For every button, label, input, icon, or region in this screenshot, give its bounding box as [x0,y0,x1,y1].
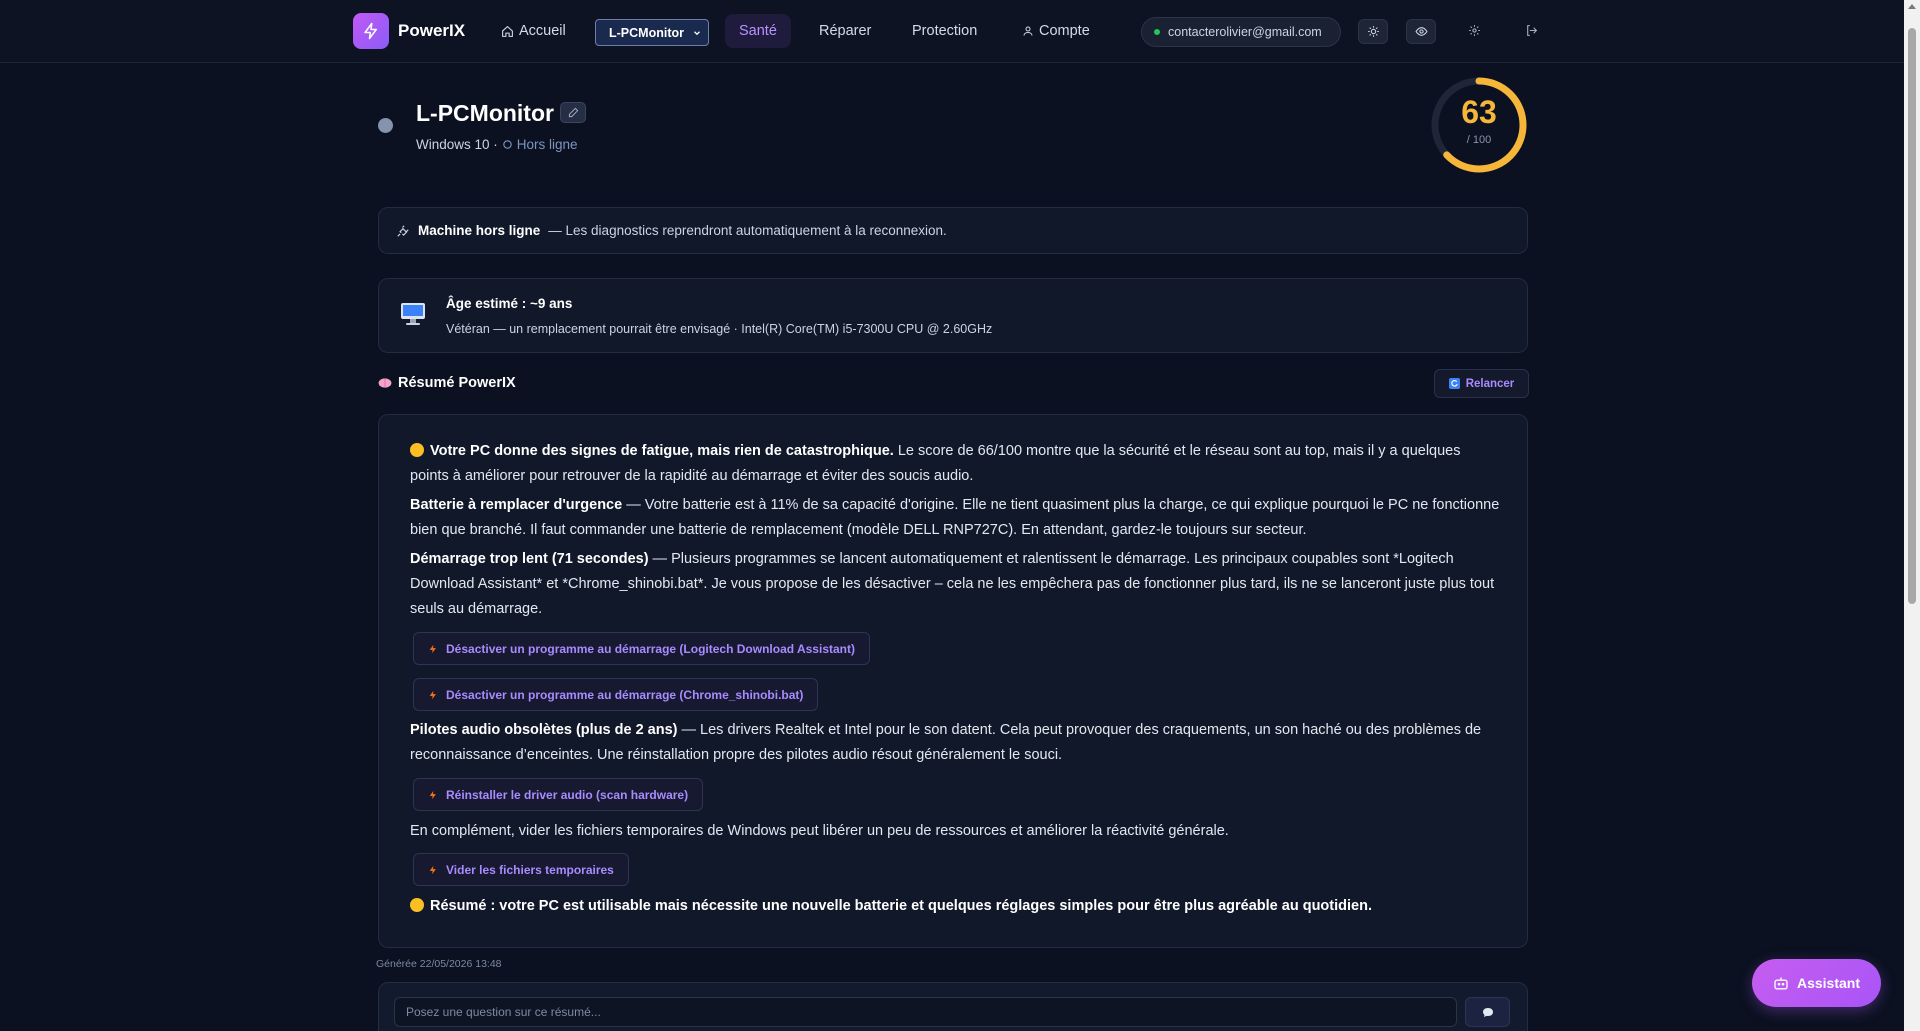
home-icon [502,25,513,37]
sun-icon [1367,26,1379,37]
summary-paragraph-startup: Démarrage trop lent (71 secondes) — Plus… [410,547,1500,622]
clear-temp-files-button[interactable]: Vider les fichiers temporaires [413,853,629,886]
brand-logo-icon[interactable] [353,13,389,49]
summary-paragraph-temp: En complément, vider les fichiers tempor… [410,819,1500,844]
offline-notice: Machine hors ligne — Les diagnostics rep… [378,207,1528,254]
lightning-icon [429,865,436,874]
send-question-button[interactable] [1465,997,1510,1027]
action-label: Réinstaller le driver audio (scan hardwa… [446,787,689,802]
summary-paragraph-conclusion: Résumé : votre PC est utilisable mais né… [410,894,1500,919]
top-navbar: PowerIX Accueil L-PCMonitor Santé Répare… [0,0,1904,63]
disable-startup-logitech-button[interactable]: Désactiver un programme au démarrage (Lo… [413,632,870,665]
device-select[interactable]: L-PCMonitor [595,19,709,46]
gear-icon [1468,24,1480,36]
online-status-dot [1154,29,1160,35]
device-status-text: Hors ligne [516,137,578,152]
eye-icon [1414,27,1428,36]
visibility-toggle-button[interactable] [1406,19,1436,44]
relaunch-button[interactable]: Relancer [1434,369,1529,398]
device-os: Windows 10 · [416,137,498,152]
summary-card: Votre PC donne des signes de fatigue, ma… [378,414,1528,948]
ask-question-card [378,982,1528,1031]
nav-health[interactable]: Santé [725,14,791,48]
reinstall-audio-driver-button[interactable]: Réinstaller le driver audio (scan hardwa… [413,778,704,811]
health-score-ring: 63 / 100 [1430,76,1528,174]
action-label: Désactiver un programme au démarrage (Ch… [446,687,804,702]
worried-face-icon [410,443,424,457]
edit-device-name-button[interactable] [560,102,586,123]
summary-paragraph-intro: Votre PC donne des signes de fatigue, ma… [410,439,1500,489]
summary-paragraph-audio: Pilotes audio obsolètes (plus de 2 ans) … [410,718,1500,768]
offline-notice-title: Machine hors ligne [418,223,541,238]
chat-bubble-icon [1482,1007,1493,1017]
action-label: Désactiver un programme au démarrage (Lo… [446,641,855,656]
nav-repair-label: Réparer [819,23,872,39]
scroll-up-arrow-icon[interactable] [1908,4,1916,9]
relaunch-label: Relancer [1465,377,1515,390]
nav-health-label: Santé [739,23,777,39]
summary-title-text: Résumé PowerIX [398,375,516,391]
offline-notice-text: — Les diagnostics reprendront automatiqu… [548,223,947,238]
device-select-value: L-PCMonitor [609,25,684,40]
worried-face-icon [410,898,424,912]
pencil-icon [568,107,578,118]
brain-icon [378,378,392,388]
lightning-icon [429,690,436,699]
startup-heading: Démarrage trop lent (71 secondes) [410,551,649,567]
user-icon [1023,26,1033,36]
battery-heading: Batterie à remplacer d'urgence [410,497,623,513]
offline-circle-icon [503,140,512,149]
nav-account[interactable]: Compte [1008,14,1104,48]
assistant-button[interactable]: Assistant [1752,959,1881,1007]
disable-startup-chrome-button[interactable]: Désactiver un programme au démarrage (Ch… [413,678,819,711]
nav-protection-label: Protection [912,23,978,39]
nav-home-label: Accueil [519,23,566,39]
logout-icon [1526,24,1537,36]
assistant-label: Assistant [1796,975,1861,991]
settings-button[interactable] [1465,21,1483,39]
lightning-icon [429,790,436,799]
device-name: L-PCMonitor [416,100,554,126]
logout-button[interactable] [1522,21,1540,39]
action-label: Vider les fichiers temporaires [446,862,614,877]
age-card: Âge estimé : ~9 ans Vétéran — un remplac… [378,278,1528,353]
lightning-icon [429,644,436,653]
device-subtitle: Windows 10 · Hors ligne [416,137,578,152]
refresh-icon [1448,378,1460,389]
nav-home[interactable]: Accueil [487,14,580,48]
summary-intro-bold: Votre PC donne des signes de fatigue, ma… [430,443,894,459]
theme-toggle-button[interactable] [1358,19,1388,44]
scrollbar-thumb[interactable] [1908,28,1916,604]
age-title: Âge estimé : ~9 ans [446,296,573,311]
unplugged-icon [397,224,409,237]
device-status-dot [378,118,393,133]
summary-title: Résumé PowerIX [378,375,516,391]
brand-name[interactable]: PowerIX [398,21,465,41]
account-email-pill[interactable]: contacterolivier@gmail.com [1141,17,1341,47]
conclusion-text: Résumé : votre PC est utilisable mais né… [430,898,1372,914]
monitor-icon [401,303,425,325]
account-email: contacterolivier@gmail.com [1168,25,1322,39]
ask-question-input[interactable] [394,997,1457,1027]
chevron-down-icon [694,30,700,35]
health-score-value: 63 [1461,94,1497,130]
nav-protection[interactable]: Protection [898,14,991,48]
temp-text: En complément, vider les fichiers tempor… [410,823,1229,839]
nav-account-label: Compte [1039,23,1090,39]
audio-heading: Pilotes audio obsolètes (plus de 2 ans) [410,722,678,738]
health-score-max: / 100 [1466,134,1492,146]
summary-generated-date: Générée 22/05/2026 13:48 [376,958,502,970]
age-subtitle: Vétéran — un remplacement pourrait être … [446,322,993,336]
nav-repair[interactable]: Réparer [805,14,885,48]
robot-icon [1774,977,1788,989]
summary-paragraph-battery: Batterie à remplacer d'urgence — Votre b… [410,493,1500,543]
